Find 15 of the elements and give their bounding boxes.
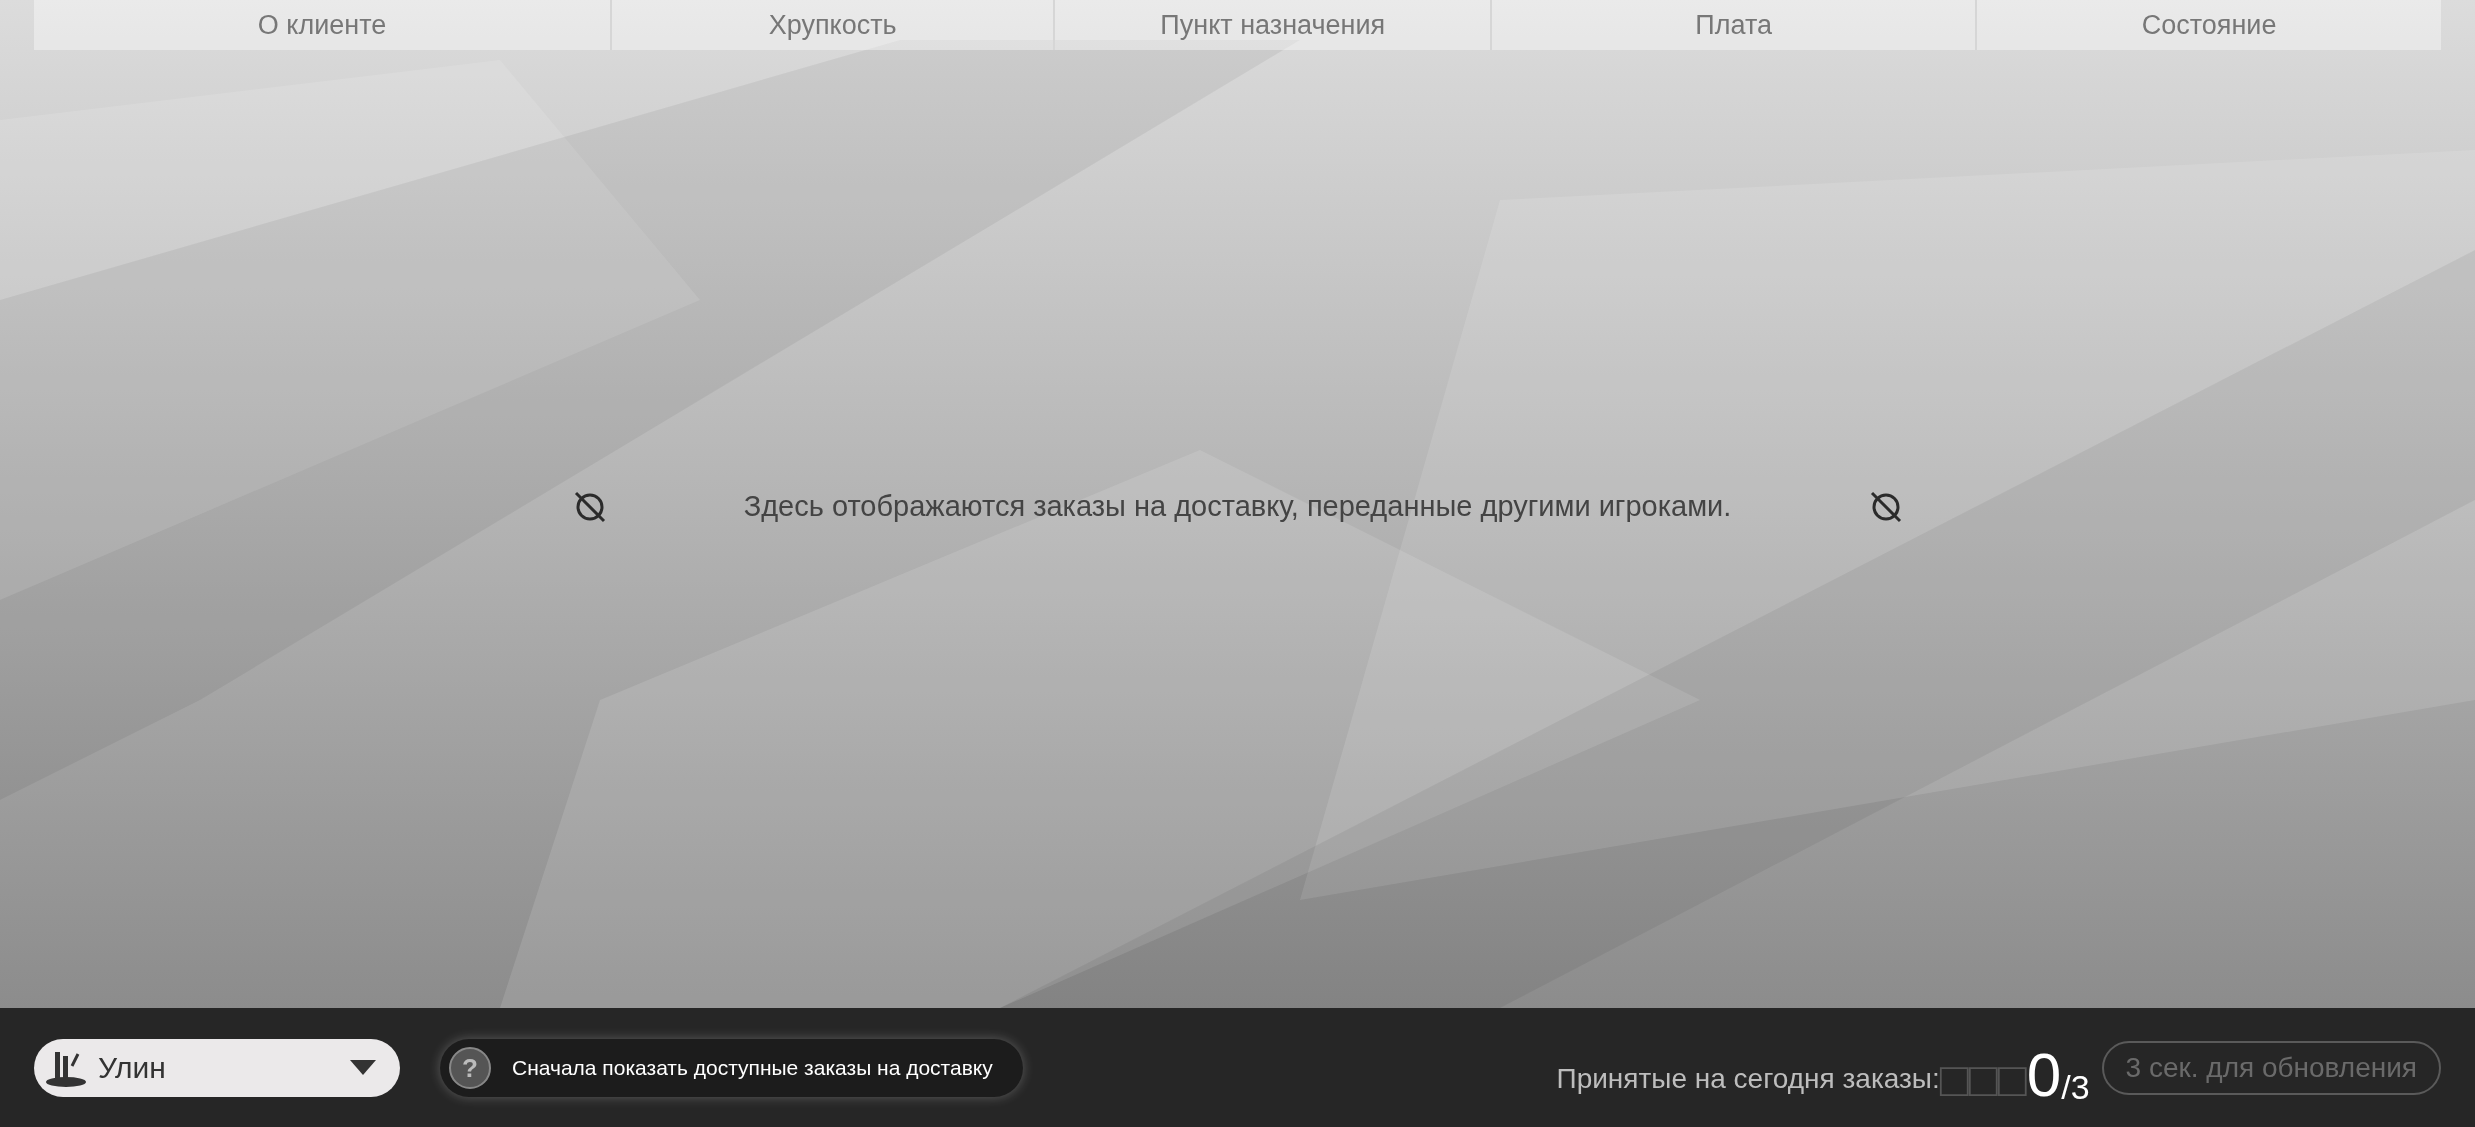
caret-icon [350,1059,376,1076]
column-header: Состояние [1975,0,2441,50]
column-header: Хрупкость [610,0,1054,50]
hint-text: Сначала показать доступные заказы на доставку [512,1054,993,1081]
missing-digits: □□□ [1939,1055,2027,1104]
column-header: О клиенте [34,0,611,50]
orders-today-label: Принятые на сегодня заказы: [1556,1061,1940,1094]
dropdown-value: Улин [98,1050,167,1086]
orders-count: 0 [2026,1043,2062,1106]
region-dropdown[interactable]: Улин [34,1038,400,1097]
empty-message: Здесь отображаются заказы на доставку, переданные другими игроками. [742,489,1733,524]
column-header: Пункт назначения [1053,0,1491,50]
orders-limit: /3 [2061,1069,2090,1104]
help-icon[interactable]: ? [448,1045,492,1090]
column-header: Плата [1490,0,1976,50]
